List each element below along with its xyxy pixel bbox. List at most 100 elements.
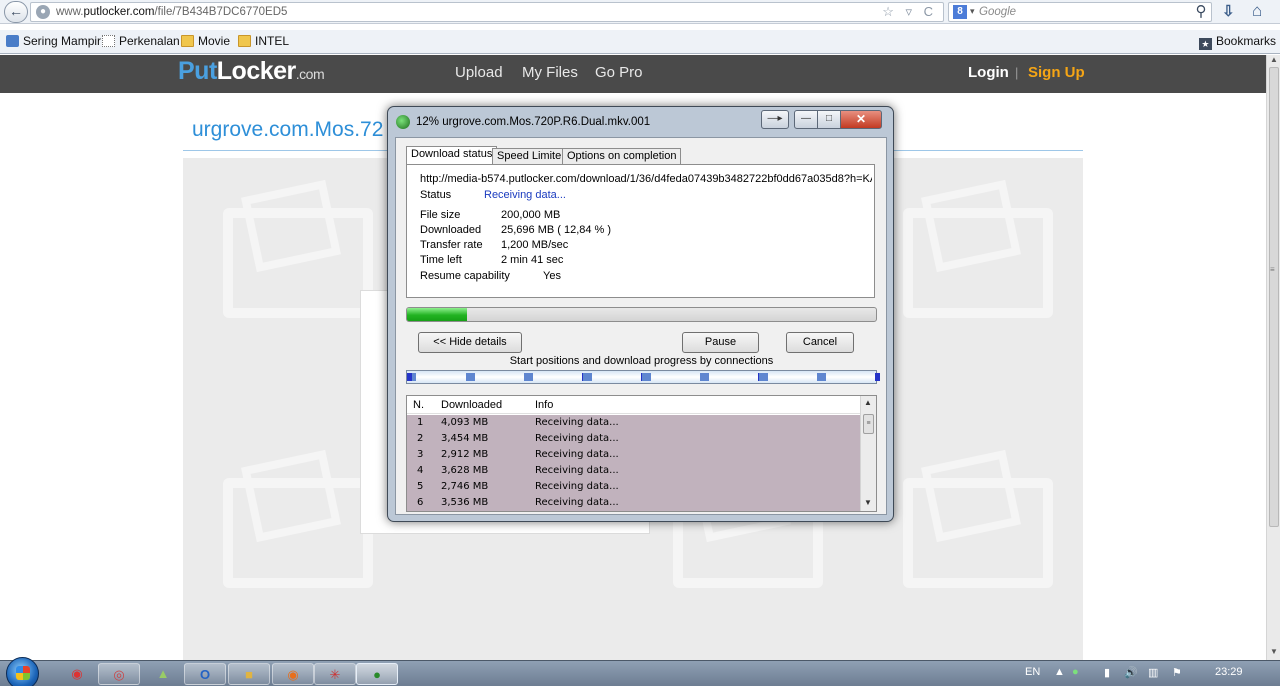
row-downloaded: 3,628 MB bbox=[441, 465, 489, 476]
column-downloaded[interactable]: Downloaded bbox=[441, 399, 502, 411]
taskbar: ◉ ◎ ▲ O ■ ◉ ✳ ● EN ▲ ● ▮ 🔊 ▥ ⚑ 23:29 bbox=[0, 657, 1280, 686]
dotted-page-icon bbox=[102, 35, 115, 47]
explorer-icon[interactable]: ■ bbox=[228, 663, 270, 685]
search-bar[interactable]: 8 ▾ Google ⚲ bbox=[948, 2, 1212, 22]
bookmark-star-icon[interactable]: ☆ ▿ C bbox=[882, 4, 937, 20]
files-icon[interactable]: ▲ bbox=[142, 663, 184, 685]
scroll-up-icon[interactable]: ▲ bbox=[864, 398, 872, 407]
row-downloaded: 3,454 MB bbox=[441, 433, 489, 444]
list-item[interactable]: 6 3,536 MB Receiving data... bbox=[407, 495, 860, 511]
bookmark-intel[interactable]: INTEL bbox=[238, 34, 289, 48]
connection-progress-2 bbox=[466, 373, 475, 381]
battery-icon[interactable]: ▮ bbox=[1104, 666, 1110, 679]
chrome-icon[interactable]: ◉ bbox=[56, 663, 98, 685]
row-number: 3 bbox=[417, 449, 424, 460]
connection-progress-5 bbox=[642, 373, 651, 381]
minimize-button[interactable]: — bbox=[794, 110, 818, 129]
login-link[interactable]: Login bbox=[968, 64, 1009, 81]
list-item[interactable]: 5 2,746 MB Receiving data... bbox=[407, 479, 860, 495]
download-progress-bar bbox=[406, 307, 877, 322]
scrollbar-thumb[interactable]: ≡ bbox=[863, 414, 874, 434]
clock[interactable]: 23:29 bbox=[1215, 666, 1243, 678]
download-url: http://media-b574.putlocker.com/download… bbox=[420, 173, 872, 185]
close-button[interactable]: ✕ bbox=[840, 110, 882, 129]
status-value: Receiving data... bbox=[484, 189, 566, 201]
action-center-flag-icon[interactable]: ⚑ bbox=[1172, 666, 1182, 679]
scrollbar-thumb[interactable] bbox=[1269, 67, 1279, 527]
row-downloaded: 4,093 MB bbox=[441, 417, 489, 428]
bookmark-perkenalan[interactable]: Perkenalan bbox=[102, 34, 180, 48]
row-number: 6 bbox=[417, 497, 424, 508]
row-info: Receiving data... bbox=[535, 433, 619, 444]
app-icon[interactable]: ✳ bbox=[314, 663, 356, 685]
connection-marker-1 bbox=[407, 373, 412, 381]
list-item[interactable]: 1 4,093 MB Receiving data... bbox=[407, 415, 860, 431]
minimize-to-tray-button[interactable]: —▸ bbox=[761, 110, 789, 129]
idm-tray-icon[interactable]: ● bbox=[1072, 666, 1079, 678]
page-scrollbar[interactable]: ▲ ≡ ▼ bbox=[1266, 55, 1280, 660]
connections-list[interactable]: N. Downloaded Info 1 4,093 MB Receiving da… bbox=[406, 395, 877, 512]
scroll-down-icon[interactable]: ▼ bbox=[1270, 647, 1278, 656]
address-bar[interactable]: ● www.putlocker.com/file/7B434B7DC6770ED… bbox=[30, 2, 944, 22]
home-icon[interactable]: ⌂ bbox=[1252, 1, 1262, 21]
firefox-icon[interactable]: ◉ bbox=[272, 663, 314, 685]
connection-marker-8 bbox=[875, 373, 880, 381]
search-placeholder[interactable]: Google bbox=[979, 6, 1016, 18]
site-header: PutLocker.com Upload My Files Go Pro Log… bbox=[0, 55, 1266, 93]
network-icon[interactable]: ▥ bbox=[1148, 666, 1158, 679]
list-item[interactable]: 4 3,628 MB Receiving data... bbox=[407, 463, 860, 479]
placeholder-printer-icon bbox=[223, 478, 373, 588]
column-n[interactable]: N. bbox=[413, 399, 424, 411]
google-icon[interactable]: 8 bbox=[953, 5, 967, 19]
cancel-button[interactable]: Cancel bbox=[786, 332, 854, 353]
progress-fill bbox=[407, 308, 467, 321]
nav-separator: | bbox=[1015, 65, 1019, 80]
list-item[interactable]: 2 3,454 MB Receiving data... bbox=[407, 431, 860, 447]
bookmarks-menu[interactable]: ★ Bookmarks bbox=[1198, 34, 1276, 50]
bookmark-sering-mampir[interactable]: Sering Mampir bbox=[6, 34, 101, 48]
row-info: Receiving data... bbox=[535, 481, 619, 492]
status-pane: http://media-b574.putlocker.com/download… bbox=[406, 164, 875, 298]
connections-caption: Start positions and download progress by… bbox=[509, 355, 774, 367]
tab-speed-limiter[interactable]: Speed Limiter bbox=[492, 148, 570, 164]
nav-upload[interactable]: Upload bbox=[455, 64, 503, 81]
chevron-down-icon[interactable]: ▾ bbox=[970, 6, 975, 17]
outlook-icon[interactable]: O bbox=[184, 663, 226, 685]
row-downloaded: 2,912 MB bbox=[441, 449, 489, 460]
column-info[interactable]: Info bbox=[535, 399, 553, 411]
list-rows: 1 4,093 MB Receiving data... 2 3,454 MB Rece… bbox=[407, 415, 860, 511]
hide-details-button[interactable]: << Hide details bbox=[418, 332, 522, 353]
placeholder-printer-icon bbox=[903, 208, 1053, 318]
scroll-down-icon[interactable]: ▼ bbox=[864, 498, 872, 507]
show-hidden-icons-icon[interactable]: ▲ bbox=[1054, 666, 1065, 678]
scroll-up-icon[interactable]: ▲ bbox=[1270, 55, 1278, 64]
bookmark-movie[interactable]: Movie bbox=[181, 34, 230, 48]
downloaded-label: Downloaded bbox=[420, 224, 482, 236]
bookmarks-bar: Sering Mampir Perkenalan Movie INTEL ★ Bo… bbox=[0, 30, 1280, 54]
language-indicator[interactable]: EN bbox=[1025, 666, 1040, 678]
list-scrollbar[interactable]: ▲ ≡ ▼ bbox=[860, 396, 876, 511]
folder-icon bbox=[238, 35, 251, 47]
connection-progress-3 bbox=[524, 373, 533, 381]
download-icon[interactable]: ⇩ bbox=[1222, 2, 1235, 20]
dialog-body: Download status Speed Limiter Options on… bbox=[395, 137, 887, 515]
url-text: www.putlocker.com/file/7B434B7DC6770ED5 bbox=[56, 6, 288, 18]
nav-go-pro[interactable]: Go Pro bbox=[595, 64, 643, 81]
start-button[interactable] bbox=[6, 657, 39, 686]
back-button[interactable]: ← bbox=[4, 1, 28, 23]
paint-icon[interactable]: ◎ bbox=[98, 663, 140, 685]
list-item[interactable]: 3 2,912 MB Receiving data... bbox=[407, 447, 860, 463]
site-logo[interactable]: PutLocker.com bbox=[178, 57, 325, 86]
nav-my-files[interactable]: My Files bbox=[522, 64, 578, 81]
tab-download-status[interactable]: Download status bbox=[406, 146, 498, 165]
idm-icon[interactable]: ● bbox=[356, 663, 398, 685]
pause-button[interactable]: Pause bbox=[682, 332, 759, 353]
connection-progress-6 bbox=[700, 373, 709, 381]
volume-icon[interactable]: 🔊 bbox=[1124, 666, 1138, 679]
browser-navbar: ← ● www.putlocker.com/file/7B434B7DC6770… bbox=[0, 0, 1280, 24]
maximize-button[interactable]: □ bbox=[817, 110, 841, 129]
file-size-label: File size bbox=[420, 209, 461, 221]
search-icon[interactable]: ⚲ bbox=[1189, 0, 1213, 24]
signup-link[interactable]: Sign Up bbox=[1028, 64, 1085, 81]
tab-options-on-completion[interactable]: Options on completion bbox=[562, 148, 682, 164]
